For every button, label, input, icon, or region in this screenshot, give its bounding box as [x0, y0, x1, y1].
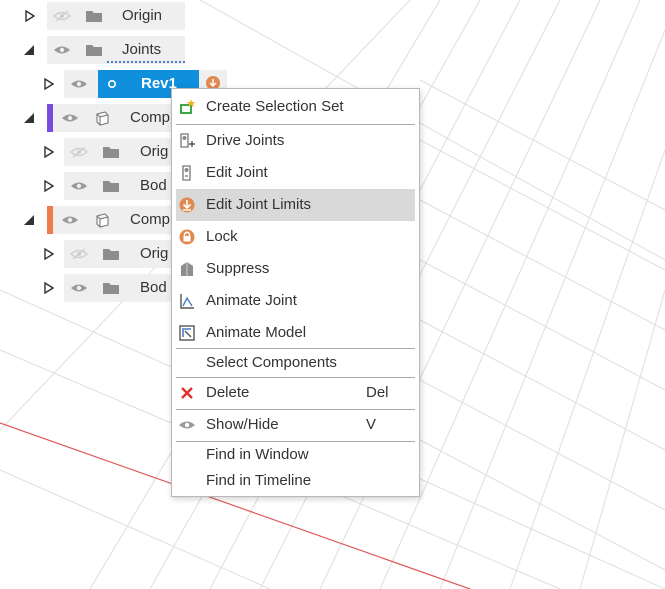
- drive-joints-icon: [176, 127, 198, 155]
- delete-icon: [176, 379, 198, 407]
- menu-item-label: Find in Window: [206, 446, 309, 463]
- folder-icon: [100, 274, 122, 302]
- eye-visible-icon[interactable]: [59, 104, 81, 132]
- collapse-arrow-icon[interactable]: [22, 213, 36, 227]
- folder-icon: [100, 138, 122, 166]
- menu-item-label: Lock: [206, 228, 238, 245]
- expand-arrow-icon[interactable]: [23, 9, 37, 23]
- animate-model-icon: [176, 319, 198, 347]
- tree-label: Origin: [122, 7, 163, 24]
- collapse-arrow-icon[interactable]: [22, 43, 36, 57]
- menu-item-label: Create Selection Set: [206, 98, 344, 115]
- expand-arrow-icon[interactable]: [42, 281, 56, 295]
- menu-item-lock[interactable]: Lock: [176, 223, 415, 251]
- menu-item-animate-model[interactable]: Animate Model: [176, 319, 415, 347]
- tree-row-component-1[interactable]: Comp: [0, 104, 180, 132]
- tree-row-joints[interactable]: Joints: [0, 36, 190, 64]
- component-color-bar: [47, 104, 53, 132]
- expand-arrow-icon[interactable]: [42, 247, 56, 261]
- menu-separator: [176, 124, 415, 125]
- tree-row-bodies-2[interactable]: Bod: [0, 274, 180, 302]
- expand-arrow-icon[interactable]: [42, 77, 56, 91]
- context-menu: Create Selection Set Drive Joints Edit J…: [171, 88, 420, 497]
- warning-underline: [107, 61, 185, 63]
- menu-item-suppress[interactable]: Suppress: [176, 255, 415, 283]
- joint-limits-icon: [176, 189, 198, 221]
- eye-visible-icon[interactable]: [51, 36, 73, 64]
- shortcut-label: V: [366, 416, 377, 433]
- tree-row-origin-1[interactable]: Orig: [0, 138, 180, 166]
- shortcut-label: Del: [366, 384, 389, 401]
- menu-item-drive-joints[interactable]: Drive Joints: [176, 127, 415, 155]
- expand-arrow-icon[interactable]: [42, 179, 56, 193]
- folder-icon: [83, 36, 105, 64]
- suppress-icon: [176, 255, 198, 283]
- menu-item-find-in-window[interactable]: Find in Window: [176, 441, 415, 469]
- expand-arrow-icon[interactable]: [42, 145, 56, 159]
- menu-item-label: Edit Joint: [206, 164, 268, 181]
- component-color-bar: [47, 206, 53, 234]
- menu-item-delete[interactable]: Delete Del: [176, 379, 415, 407]
- folder-icon: [100, 240, 122, 268]
- menu-item-label: Drive Joints: [206, 132, 285, 149]
- component-icon: [91, 104, 113, 132]
- menu-item-label: Delete: [206, 384, 250, 401]
- selection-set-icon: [176, 93, 198, 121]
- revolute-joint-icon: [104, 70, 120, 98]
- eye-visible-icon: [176, 411, 198, 439]
- tree-label: Comp: [130, 109, 171, 126]
- menu-item-label: Edit Joint Limits: [206, 196, 312, 213]
- menu-separator: [176, 409, 415, 410]
- tree-row-origin-2[interactable]: Orig: [0, 240, 180, 268]
- menu-item-find-in-timeline[interactable]: Find in Timeline: [176, 467, 415, 495]
- menu-item-label: Animate Joint: [206, 292, 297, 309]
- component-icon: [91, 206, 113, 234]
- tree-row-bodies-1[interactable]: Bod: [0, 172, 180, 200]
- menu-item-label: Show/Hide: [206, 416, 279, 433]
- collapse-arrow-icon[interactable]: [22, 111, 36, 125]
- folder-icon: [83, 2, 105, 30]
- eye-visible-icon[interactable]: [68, 172, 90, 200]
- tree-label: Comp: [130, 211, 171, 228]
- menu-item-edit-joint[interactable]: Edit Joint: [176, 159, 415, 187]
- eye-hidden-icon[interactable]: [51, 2, 73, 30]
- menu-item-show-hide[interactable]: Show/Hide V: [176, 411, 415, 439]
- menu-item-animate-joint[interactable]: Animate Joint: [176, 287, 415, 315]
- tree-label: Joints: [122, 41, 162, 58]
- eye-hidden-icon[interactable]: [68, 240, 90, 268]
- menu-item-label: Find in Timeline: [206, 472, 312, 489]
- tree-label: Orig: [140, 245, 169, 262]
- animate-joint-icon: [176, 287, 198, 315]
- tree-label: Orig: [140, 143, 169, 160]
- tree-label: Bod: [140, 279, 167, 296]
- menu-separator: [176, 377, 415, 378]
- eye-hidden-icon[interactable]: [68, 138, 90, 166]
- eye-visible-icon[interactable]: [68, 70, 90, 98]
- menu-item-label: Suppress: [206, 260, 270, 277]
- folder-icon: [100, 172, 122, 200]
- tree-label: Bod: [140, 177, 167, 194]
- edit-joint-icon: [176, 159, 198, 187]
- menu-item-label: Select Components: [206, 354, 337, 371]
- menu-item-select-components[interactable]: Select Components: [176, 349, 415, 377]
- lock-icon: [176, 223, 198, 251]
- tree-row-component-2[interactable]: Comp: [0, 206, 180, 234]
- menu-item-edit-joint-limits[interactable]: Edit Joint Limits: [176, 189, 415, 221]
- eye-visible-icon[interactable]: [59, 206, 81, 234]
- menu-item-create-selection-set[interactable]: Create Selection Set: [176, 93, 415, 121]
- tree-row-origin[interactable]: Origin: [0, 2, 190, 30]
- eye-visible-icon[interactable]: [68, 274, 90, 302]
- menu-item-label: Animate Model: [206, 324, 307, 341]
